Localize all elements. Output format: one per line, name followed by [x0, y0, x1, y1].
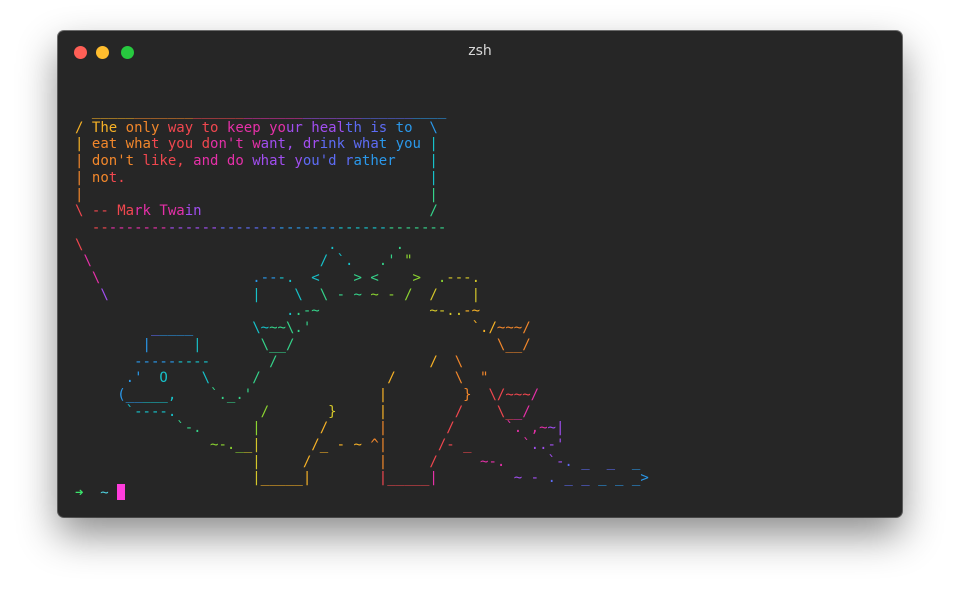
terminal-line: | | \__/ \__/	[142, 336, 531, 353]
terminal-line: \ / `. .' "	[83, 253, 413, 270]
terminal-line: |_____| |_____| ~ - . _ _ _ _ _>	[252, 470, 649, 487]
terminal-line: `-. | / | / `. ,~~|	[176, 420, 565, 437]
terminal-line: \ -- Mark Twain /	[75, 203, 438, 220]
terminal-line: | |	[75, 186, 438, 203]
terminal-line: ~-.__| /_ - ~ ^| /- _ `..-'	[210, 437, 565, 454]
terminal-line: ----------------------------------------…	[91, 219, 447, 236]
terminal-line: _____ \~~~\.' `./~~~/	[150, 320, 531, 337]
terminal-line: ..-~ ~-..-~	[285, 303, 480, 320]
terminal-line: | don't like, and do what you'd rather |	[75, 153, 438, 170]
terminal-window: zsh ____________________________________…	[58, 31, 902, 517]
terminal-line: \ . .	[75, 236, 405, 253]
terminal-line: / The only way to keep your health is to…	[75, 119, 438, 136]
terminal-line: .' O \ / / \ "	[125, 370, 489, 387]
terminal-line: | eat what you don't want, drink what yo…	[75, 136, 438, 153]
terminal-line: \ .---. < > < > .---.	[91, 270, 480, 287]
terminal-line: \ | \ \ - ~ ~ - / / |	[100, 286, 480, 303]
terminal-line: (_____, `._.' | } \/~~~/	[117, 386, 540, 403]
terminal-line: | / | / ~-. `-. _ _ _	[252, 453, 641, 470]
terminal-line: `----. / } | / \__/	[125, 403, 531, 420]
terminal-output: ________________________________________…	[75, 103, 649, 487]
terminal-line: | not. |	[75, 169, 438, 186]
window-title: zsh	[468, 43, 492, 59]
text-cursor	[117, 484, 126, 500]
prompt-directory: ~	[100, 485, 109, 501]
prompt-arrow-icon: ➜	[75, 485, 84, 501]
title-bar: zsh	[58, 31, 902, 73]
shell-prompt[interactable]: ➜ ~	[75, 484, 126, 502]
terminal-line: --------- / / \	[134, 353, 464, 370]
terminal-line: ________________________________________…	[91, 103, 447, 119]
